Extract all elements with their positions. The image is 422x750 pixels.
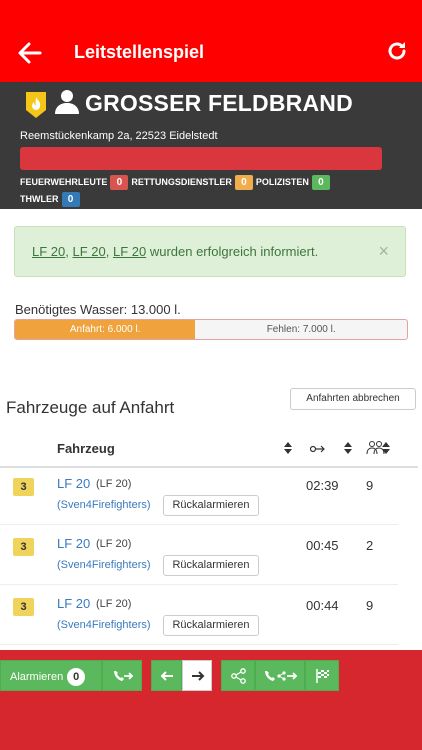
arrow-left-icon: [160, 671, 173, 681]
recall-button[interactable]: Rückalarmieren: [163, 495, 259, 516]
counter-badge-thw: 0: [61, 192, 80, 207]
eta-arrow-icon: [310, 445, 325, 453]
sort-icon[interactable]: [284, 442, 292, 454]
table-row: 3 LF 20 (LF 20) (Sven4Firefighters) Rück…: [0, 526, 398, 585]
back-arrow-icon[interactable]: [16, 40, 42, 66]
vehicle-status-badge: 3: [13, 598, 34, 616]
water-missing-segment: Fehlen: 7.000 l.: [266, 324, 336, 335]
vehicle-type: (LF 20): [96, 538, 132, 550]
cancel-approaches-button[interactable]: Anfahrten abbrechen: [290, 388, 416, 410]
phone-share-forward-icon: [265, 671, 298, 681]
mission-header: GROSSER FELDBRAND Reemstückenkamp 2a, 22…: [0, 82, 422, 209]
arrow-right-icon: [192, 671, 205, 681]
water-progress-bar: Anfahrt: 6.000 l. Fehlen: 7.000 l.: [14, 319, 408, 340]
vehicle-name-link[interactable]: LF 20: [57, 476, 90, 491]
refresh-icon[interactable]: [386, 40, 408, 62]
vehicle-owner-link[interactable]: (Sven4Firefighters): [57, 559, 151, 571]
alarm-count-badge: 0: [67, 668, 86, 686]
alert-vehicle-link[interactable]: LF 20: [113, 244, 146, 259]
vehicle-crew-count: 9: [366, 598, 374, 613]
vehicles-section-title: Fahrzeuge auf Anfahrt: [6, 398, 175, 417]
vehicle-eta: 02:39: [306, 478, 339, 493]
alarm-button-label: Alarmieren: [10, 671, 64, 683]
recall-button[interactable]: Rückalarmieren: [163, 615, 259, 636]
fire-mission-icon: [26, 92, 46, 118]
app-title: Leitstellenspiel: [74, 42, 205, 62]
table-row: 3 LF 20 (LF 20) (Sven4Firefighters) Rück…: [0, 466, 398, 525]
water-arrival-segment: Anfahrt: 6.000 l.: [15, 320, 196, 339]
finish-button[interactable]: [305, 660, 339, 691]
next-mission-button[interactable]: [182, 660, 212, 691]
vehicle-crew-count: 9: [366, 478, 374, 493]
counter-badge-firefighters: 0: [110, 175, 129, 190]
personnel-counters: FEUERWEHRLEUTE 0 RETTUNGSDIENSTLER 0 POL…: [20, 174, 400, 208]
app-bar: Leitstellenspiel: [0, 0, 422, 82]
sort-icon[interactable]: [344, 442, 352, 454]
vehicle-owner-link[interactable]: (Sven4Firefighters): [57, 499, 151, 511]
mission-title: GROSSER FELDBRAND: [85, 90, 353, 116]
vehicle-status-badge: 3: [13, 538, 34, 556]
column-header-vehicle[interactable]: Fahrzeug: [57, 441, 115, 456]
mission-address: Reemstückenkamp 2a, 22523 Eidelstedt: [20, 130, 218, 142]
alarm-button[interactable]: Alarmieren 0: [0, 660, 102, 691]
counter-label-police: POLIZISTEN: [255, 177, 309, 187]
vehicle-eta: 00:45: [306, 538, 339, 553]
success-alert: LF 20, LF 20, LF 20 wurden erfolgreich i…: [14, 226, 406, 277]
counter-badge-police: 0: [311, 175, 330, 190]
share-icon: [231, 668, 246, 684]
mission-progress-bar: [20, 147, 382, 170]
vehicle-status-badge: 3: [13, 478, 34, 496]
checkered-flag-icon: [316, 669, 329, 683]
counter-label-paramedics: RETTUNGSDIENSTLER: [131, 177, 232, 187]
phone-forward-icon: [114, 671, 134, 681]
counter-badge-paramedics: 0: [234, 175, 253, 190]
water-required-label: Benötigtes Wasser: 13.000 l.: [15, 302, 181, 317]
vehicles-table-header: Fahrzeug: [0, 432, 418, 468]
recall-button[interactable]: Rückalarmieren: [163, 555, 259, 576]
alarm-and-next-button[interactable]: [102, 660, 142, 691]
vehicle-crew-count: 2: [366, 538, 374, 553]
sort-icon[interactable]: [382, 442, 390, 454]
alarm-share-next-button[interactable]: [255, 660, 305, 691]
table-row: 3 LF 20 (LF 20) (Sven4Firefighters) Rück…: [0, 586, 398, 645]
alert-message: LF 20, LF 20, LF 20 wurden erfolgreich i…: [32, 244, 318, 259]
vehicle-type: (LF 20): [96, 598, 132, 610]
vehicle-owner-link[interactable]: (Sven4Firefighters): [57, 619, 151, 631]
alert-close-button[interactable]: ×: [378, 241, 389, 262]
share-button[interactable]: [221, 660, 255, 691]
vehicle-name-link[interactable]: LF 20: [57, 596, 90, 611]
counter-label-thw: THWLER: [20, 194, 59, 204]
alert-text: wurden erfolgreich informiert.: [146, 244, 319, 259]
vehicle-type: (LF 20): [96, 478, 132, 490]
counter-label-firefighters: FEUERWEHRLEUTE: [20, 177, 108, 187]
vehicle-eta: 00:44: [306, 598, 339, 613]
alert-separator: ,: [105, 244, 113, 259]
person-icon: [55, 90, 79, 114]
vehicle-name-link[interactable]: LF 20: [57, 536, 90, 551]
alert-vehicle-link[interactable]: LF 20: [32, 244, 65, 259]
previous-mission-button[interactable]: [151, 660, 182, 691]
alert-vehicle-link[interactable]: LF 20: [72, 244, 105, 259]
